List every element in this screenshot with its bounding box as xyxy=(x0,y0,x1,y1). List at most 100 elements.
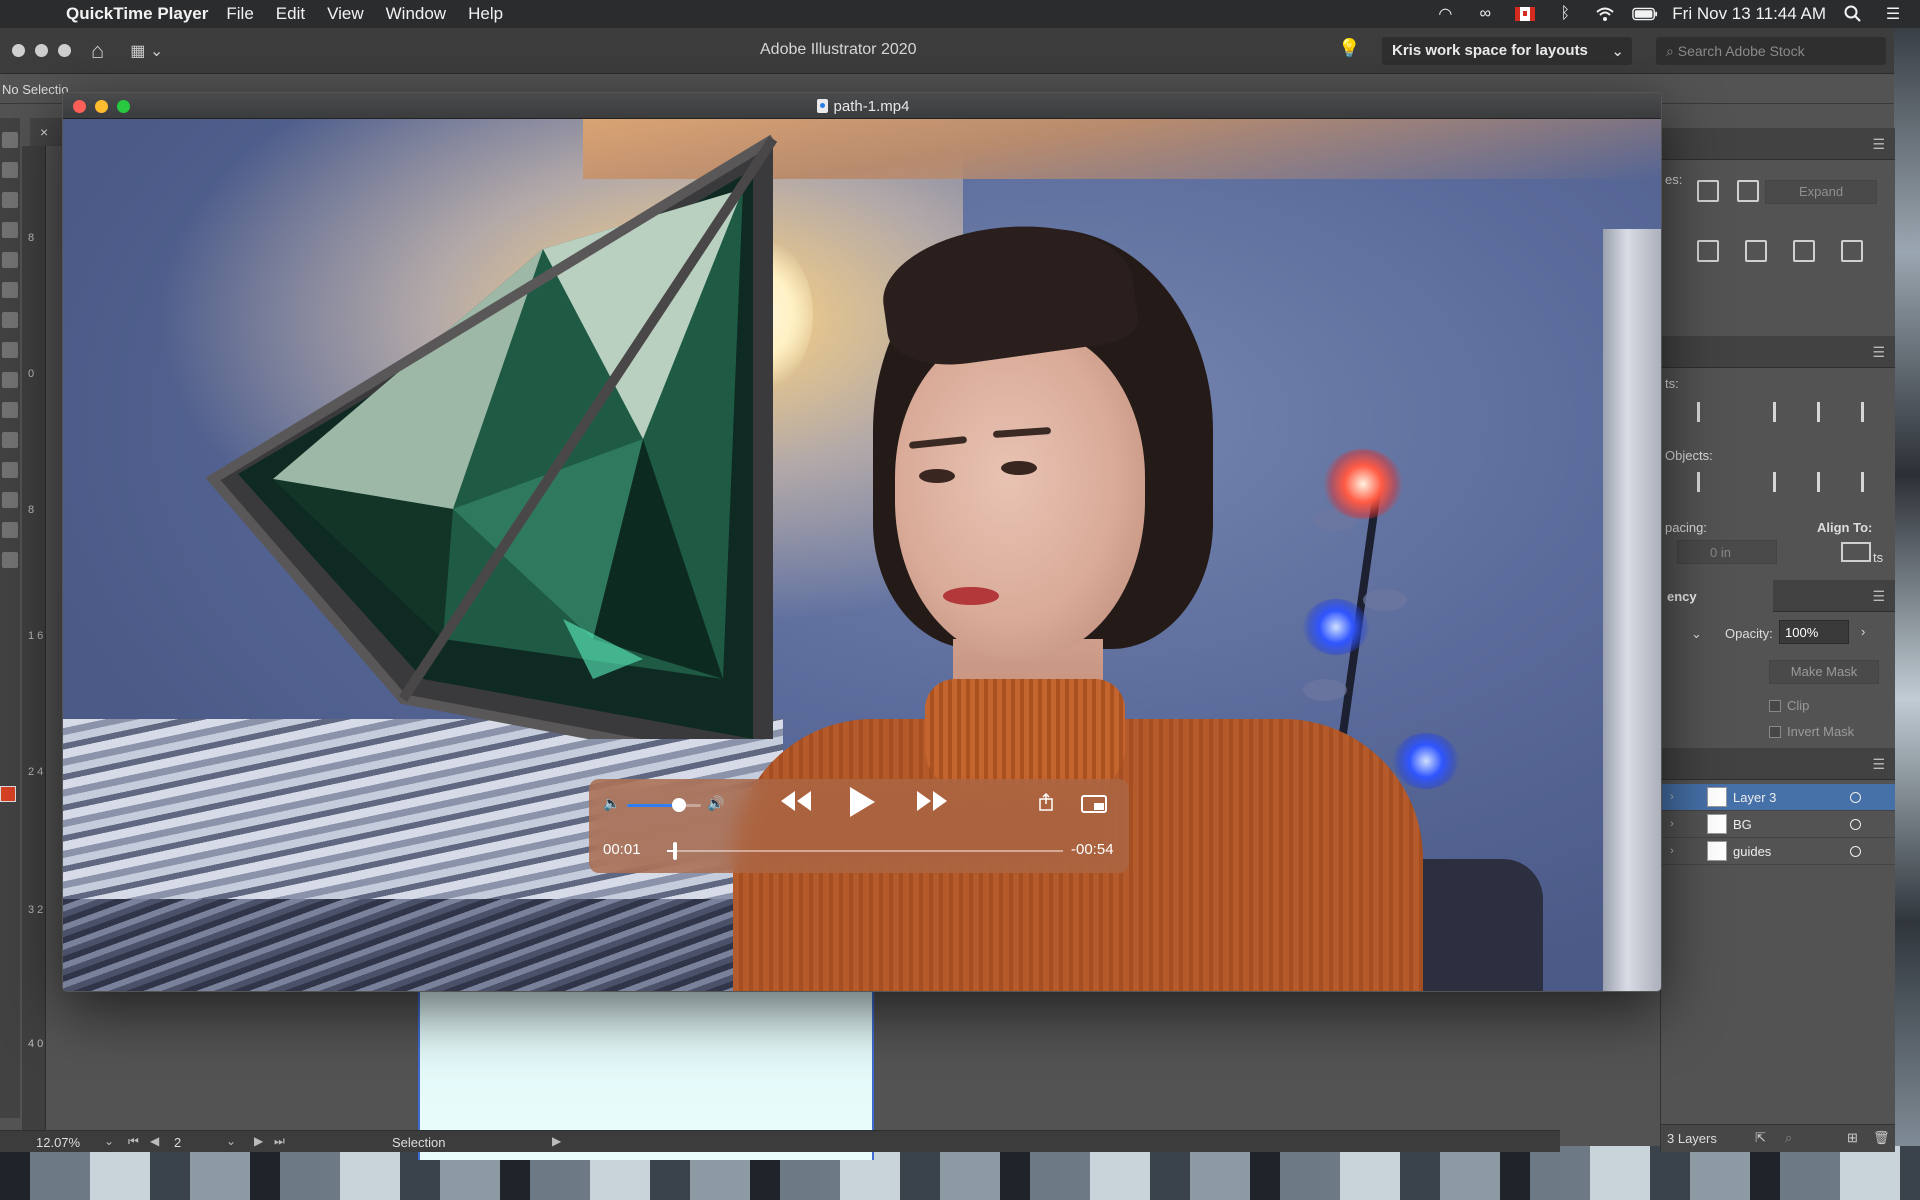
workspace-switcher[interactable]: Kris work space for layouts ⌄ xyxy=(1382,37,1632,65)
menu-edit[interactable]: Edit xyxy=(276,4,305,24)
panel-menu-icon[interactable]: ☰ xyxy=(1872,136,1885,153)
lightbulb-icon[interactable]: 💡 xyxy=(1338,38,1360,59)
control-center-icon[interactable]: ☰ xyxy=(1880,4,1906,24)
play-button[interactable] xyxy=(847,785,877,825)
new-layer-icon[interactable]: ⊞ xyxy=(1847,1130,1858,1146)
adobe-stock-search-input[interactable]: ⌕ Search Adobe Stock xyxy=(1656,37,1886,65)
layer-row[interactable]: › Layer 3 xyxy=(1661,784,1895,811)
menu-window[interactable]: Window xyxy=(386,4,446,24)
illustrator-close-button[interactable] xyxy=(12,44,25,57)
previous-artboard-icon[interactable]: ◀ xyxy=(150,1134,159,1148)
layer-row[interactable]: › BG xyxy=(1661,811,1895,838)
timeline-scrubber[interactable] xyxy=(667,850,1063,852)
layer-name[interactable]: Layer 3 xyxy=(1733,790,1776,805)
home-icon[interactable]: ⌂ xyxy=(91,38,104,64)
arc-app-icon[interactable]: ◠ xyxy=(1432,4,1458,24)
layer-name[interactable]: guides xyxy=(1733,844,1771,859)
hand-tool-icon[interactable] xyxy=(2,552,18,568)
vertical-align-center-icon[interactable] xyxy=(1817,402,1839,422)
distribute-center-icon[interactable] xyxy=(1817,472,1839,492)
vertical-align-top-icon[interactable] xyxy=(1773,402,1795,422)
shape-builder-tool-icon[interactable] xyxy=(2,402,18,418)
playhead[interactable] xyxy=(672,842,677,860)
horizontal-align-right-icon[interactable] xyxy=(1697,402,1719,422)
next-artboard-icon[interactable]: ▶ xyxy=(254,1134,263,1148)
menu-app-name[interactable]: QuickTime Player xyxy=(66,4,208,24)
vertical-align-bottom-icon[interactable] xyxy=(1861,402,1883,422)
clip-checkbox-row[interactable]: Clip xyxy=(1769,698,1809,713)
artboard-number[interactable]: 2 xyxy=(174,1135,181,1150)
battery-icon[interactable] xyxy=(1632,4,1658,24)
blend-mode-chevron-icon[interactable]: ⌄ xyxy=(1691,626,1702,642)
brush-tool-icon[interactable] xyxy=(2,222,18,238)
panel-menu-icon[interactable]: ☰ xyxy=(1872,756,1885,773)
canada-flag-icon[interactable] xyxy=(1512,4,1538,24)
zoom-level[interactable]: 12.07% xyxy=(36,1135,80,1150)
volume-slider-knob[interactable] xyxy=(671,798,686,812)
panel-menu-icon[interactable]: ☰ xyxy=(1872,344,1885,361)
volume-high-icon[interactable]: 🔊 xyxy=(707,795,724,812)
layer-row[interactable]: › guides xyxy=(1661,838,1895,865)
expand-layer-icon[interactable]: › xyxy=(1661,791,1683,803)
minus-front-icon[interactable] xyxy=(1697,180,1719,202)
locate-object-icon[interactable]: ⌕ xyxy=(1785,1130,1792,1146)
expand-layer-icon[interactable]: › xyxy=(1661,845,1683,857)
merge-icon[interactable] xyxy=(1745,240,1767,262)
transparency-tab[interactable]: ency xyxy=(1661,580,1773,612)
first-artboard-icon[interactable]: ⏮ xyxy=(128,1134,139,1149)
panel-menu-icon[interactable]: ☰ xyxy=(1872,588,1885,605)
distribute-icon[interactable] xyxy=(1697,472,1719,492)
picture-in-picture-icon[interactable] xyxy=(1081,795,1107,813)
illustrator-minimize-button[interactable] xyxy=(35,44,48,57)
crop-icon[interactable] xyxy=(1793,240,1815,262)
arrange-documents-icon[interactable]: ▦ ⌄ xyxy=(130,41,163,61)
intersect-icon[interactable] xyxy=(1737,180,1759,202)
video-frame[interactable]: 🔈 🔊 00:01 -00:54 xyxy=(63,119,1661,991)
type-tool-icon[interactable] xyxy=(2,312,18,328)
menu-help[interactable]: Help xyxy=(468,4,503,24)
opacity-input[interactable]: 100% xyxy=(1779,620,1849,644)
artboard-dropdown-icon[interactable]: ⌄ xyxy=(226,1134,236,1148)
invert-mask-checkbox-row[interactable]: Invert Mask xyxy=(1769,724,1854,739)
make-mask-button[interactable]: Make Mask xyxy=(1769,660,1879,684)
delete-layer-icon[interactable]: 🗑 xyxy=(1873,1130,1890,1146)
last-artboard-icon[interactable]: ⏭ xyxy=(274,1134,285,1149)
spotlight-search-icon[interactable] xyxy=(1840,4,1866,24)
zoom-dropdown-icon[interactable]: ⌄ xyxy=(104,1134,114,1148)
clip-checkbox[interactable] xyxy=(1769,699,1781,712)
trim-icon[interactable] xyxy=(1697,240,1719,262)
rotate-tool-icon[interactable] xyxy=(2,342,18,358)
direct-selection-tool-icon[interactable] xyxy=(2,162,18,178)
pencil-tool-icon[interactable] xyxy=(2,282,18,298)
rewind-button[interactable] xyxy=(779,789,813,819)
eraser-tool-icon[interactable] xyxy=(2,372,18,388)
status-menu-icon[interactable]: ▶ xyxy=(552,1134,561,1148)
fast-forward-button[interactable] xyxy=(915,789,949,819)
invert-mask-checkbox[interactable] xyxy=(1769,725,1781,738)
pen-tool-icon[interactable] xyxy=(2,192,18,208)
gradient-tool-icon[interactable] xyxy=(2,432,18,448)
menu-bar-clock[interactable]: Fri Nov 13 11:44 AM xyxy=(1672,4,1826,24)
distribute-right-icon[interactable] xyxy=(1861,472,1883,492)
document-tab-close-icon[interactable]: × xyxy=(40,124,48,140)
share-icon[interactable] xyxy=(1039,792,1053,811)
fill-color-swatch[interactable] xyxy=(0,786,16,802)
layer-name[interactable]: BG xyxy=(1733,817,1752,832)
rectangle-tool-icon[interactable] xyxy=(2,252,18,268)
selection-tool-icon[interactable] xyxy=(2,132,18,148)
blend-tool-icon[interactable] xyxy=(2,492,18,508)
menu-file[interactable]: File xyxy=(226,4,253,24)
align-to-selection-icon[interactable] xyxy=(1841,542,1871,562)
zoom-tool-icon[interactable] xyxy=(2,522,18,538)
volume-low-icon[interactable]: 🔈 xyxy=(603,795,620,812)
bluetooth-icon[interactable]: ᛒ xyxy=(1552,4,1578,24)
quicktime-titlebar[interactable]: path-1.mp4 xyxy=(63,93,1661,119)
layer-target-icon[interactable] xyxy=(1850,846,1861,857)
creative-cloud-icon[interactable]: ∞ xyxy=(1472,4,1498,24)
expand-layer-icon[interactable]: › xyxy=(1661,818,1683,830)
opacity-arrow-icon[interactable]: › xyxy=(1861,624,1865,639)
wifi-icon[interactable] xyxy=(1592,4,1618,24)
illustrator-zoom-button[interactable] xyxy=(58,44,71,57)
eyedropper-tool-icon[interactable] xyxy=(2,462,18,478)
distribute-left-icon[interactable] xyxy=(1773,472,1795,492)
